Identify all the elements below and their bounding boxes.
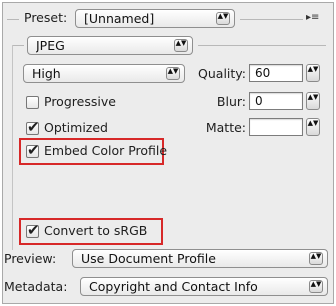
chevron-updown-icon: ▲▼ [174,39,188,52]
metadata-dropdown[interactable]: Copyright and Contact Info ▲▼ [80,277,328,296]
blur-stepper[interactable]: ▲▼ [306,92,320,110]
preset-dropdown[interactable]: [Unnamed] ▲▼ [75,9,235,28]
blur-label: Blur: [216,94,246,109]
preset-rule-right [240,19,303,20]
optimized-label: Optimized [44,120,108,135]
optimized-checkbox[interactable]: ✔ [26,118,40,136]
checkmark-icon: ✔ [27,118,40,136]
group-rule-vertical [12,45,13,250]
chevron-updown-icon: ▲▼ [166,67,180,80]
panel-menu-icon[interactable]: ▸≡ [306,12,319,23]
quality-preset-value: High [32,66,61,81]
progressive-label: Progressive [44,94,116,109]
embed-color-profile-label: Embed Color Profile [44,143,168,158]
format-value: JPEG [36,38,65,53]
progressive-checkbox[interactable] [26,96,39,109]
checkmark-icon: ✔ [27,221,40,239]
quality-preset-dropdown[interactable]: High ▲▼ [23,64,185,83]
embed-color-profile-checkbox[interactable]: ✔ [26,141,40,159]
chevron-updown-icon: ▲▼ [309,252,323,265]
preset-rule-left [7,19,19,20]
matte-label: Matte: [205,120,246,135]
group-rule-right [198,45,326,46]
checkmark-icon: ✔ [27,141,40,159]
preset-value: [Unnamed] [84,11,155,26]
quality-label: Quality: [198,66,246,81]
metadata-value: Copyright and Contact Info [89,279,258,294]
blur-input[interactable]: 0 [249,92,303,110]
matte-swatch[interactable] [249,118,303,136]
format-dropdown[interactable]: JPEG ▲▼ [27,36,193,55]
preview-label: Preview: [4,251,57,266]
group-rule-left [12,45,24,46]
preview-dropdown[interactable]: Use Document Profile ▲▼ [72,249,328,268]
convert-srgb-checkbox[interactable]: ✔ [26,221,40,239]
convert-srgb-label: Convert to sRGB [44,223,148,238]
preset-label: Preset: [24,10,68,25]
quality-stepper[interactable]: ▲▼ [306,64,320,82]
chevron-updown-icon: ▲▼ [216,12,230,25]
quality-input[interactable]: 60 [249,64,303,82]
preview-value: Use Document Profile [81,251,216,266]
metadata-label: Metadata: [4,279,68,294]
chevron-updown-icon: ▲▼ [309,280,323,293]
matte-dropdown-arrow[interactable]: ▲▼ [306,118,320,136]
